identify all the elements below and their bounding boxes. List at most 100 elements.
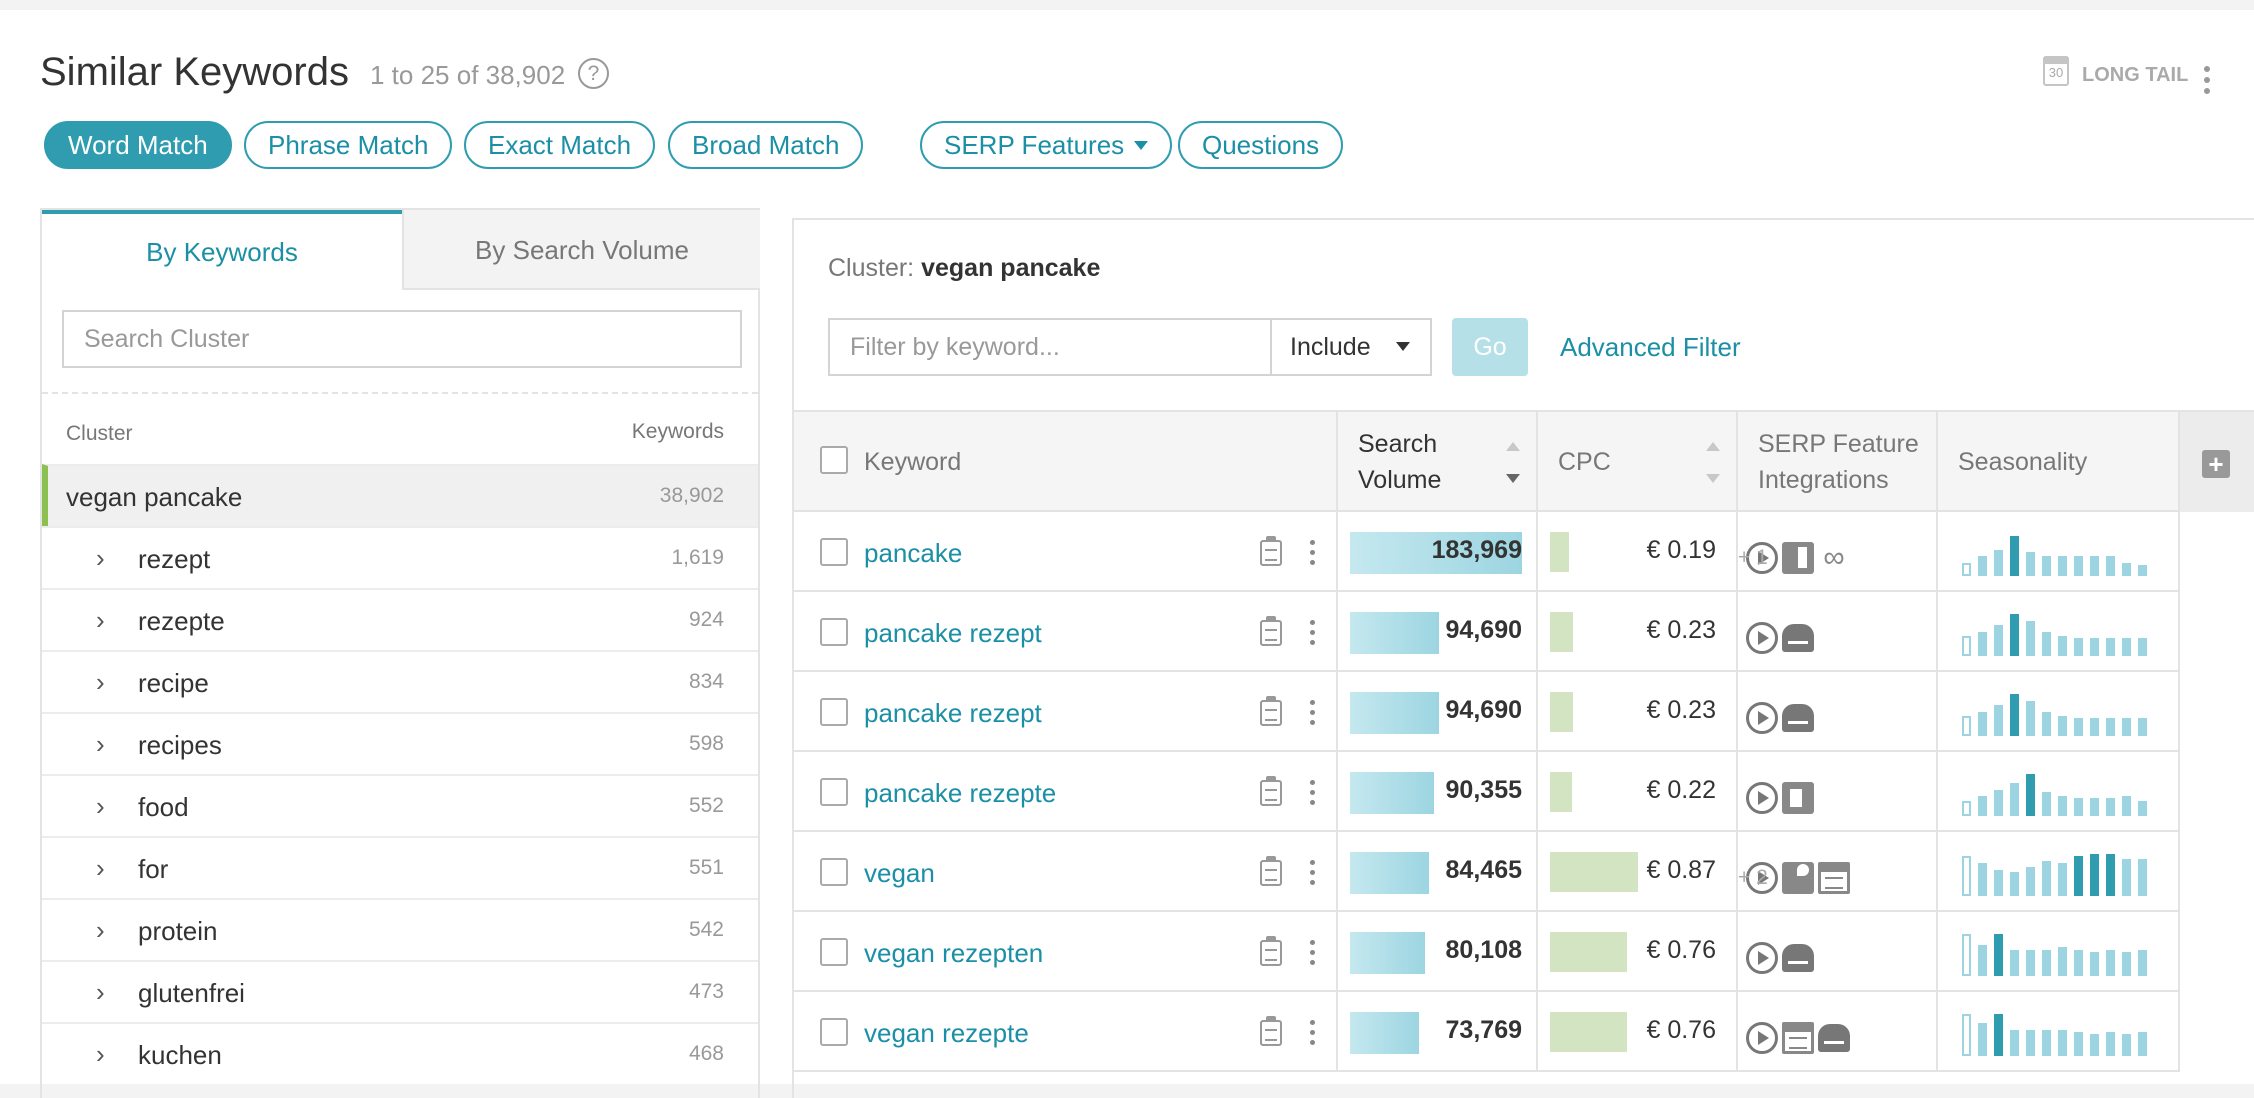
keyword-filter-input[interactable]: Filter by keyword... [828,318,1270,376]
play-icon[interactable] [1746,1022,1778,1054]
table-row[interactable]: vegan 84,465 € 0.87 + 2 [794,832,2180,912]
tab-by-keywords[interactable]: By Keywords [42,210,402,290]
advanced-filter-link[interactable]: Advanced Filter [1560,332,1741,363]
keyword-column-header[interactable]: Keyword [794,412,1338,512]
cluster-row[interactable]: › food 552 [42,774,758,836]
serp-features-dropdown[interactable]: SERP Features [920,121,1173,169]
chevron-right-icon[interactable]: › [96,977,105,1008]
chevron-right-icon[interactable]: › [96,605,105,636]
play-icon[interactable] [1746,702,1778,734]
chevron-right-icon[interactable]: › [96,543,105,574]
clipboard-icon[interactable] [1260,936,1282,966]
news-icon[interactable] [1818,862,1850,894]
longtail-toggle[interactable]: LONG TAIL [2082,64,2188,87]
table-row[interactable]: pancake rezept 94,690 € 0.23 [794,672,2180,752]
play-icon[interactable] [1746,782,1778,814]
cluster-row[interactable]: vegan pancake 38,902 [42,464,758,526]
table-row[interactable]: vegan rezepte 73,769 € 0.76 [794,992,2180,1072]
chevron-right-icon[interactable]: › [96,667,105,698]
play-icon[interactable] [1746,942,1778,974]
table-row[interactable]: pancake 183,969 € 0.19 ∞ + 1 [794,512,2180,592]
clipboard-icon[interactable] [1260,776,1282,806]
row-checkbox[interactable] [820,1018,848,1046]
chevron-right-icon[interactable]: › [96,915,105,946]
cluster-row[interactable]: › protein 542 [42,898,758,960]
table-row[interactable]: pancake rezepte 90,355 € 0.22 [794,752,2180,832]
cluster-row[interactable]: › kuchen 468 [42,1022,758,1084]
sort-asc-icon[interactable] [1706,442,1720,451]
clipboard-icon[interactable] [1260,1016,1282,1046]
row-menu-icon[interactable] [1310,620,1315,650]
cluster-row[interactable]: › recipe 834 [42,650,758,712]
sort-asc-icon[interactable] [1506,442,1520,451]
panel-icon[interactable] [1782,542,1814,574]
row-checkbox[interactable] [820,698,848,726]
row-checkbox[interactable] [820,858,848,886]
sort-desc-icon[interactable] [1506,474,1520,483]
more-features-count[interactable]: + 2 [1738,866,1768,890]
serp-header-line1: SERP Feature [1758,430,1919,458]
row-menu-icon[interactable] [1310,780,1315,810]
select-all-checkbox[interactable] [820,446,848,474]
chevron-right-icon[interactable]: › [96,1039,105,1070]
more-features-count[interactable]: + 1 [1738,546,1768,570]
include-select[interactable]: Include [1270,318,1432,376]
keyword-link[interactable]: pancake rezept [864,618,1042,649]
tab-broad-match[interactable]: Broad Match [668,121,864,169]
cluster-row[interactable]: › for 551 [42,836,758,898]
chevron-right-icon[interactable]: › [96,853,105,884]
tab-phrase-match[interactable]: Phrase Match [244,121,453,169]
cluster-heading-name: vegan pancake [921,254,1101,282]
row-checkbox[interactable] [820,618,848,646]
row-menu-icon[interactable] [1310,940,1315,970]
keyword-link[interactable]: vegan [864,858,935,889]
clipboard-icon[interactable] [1260,536,1282,566]
cpc-column-header[interactable]: CPC [1538,412,1738,512]
cluster-row[interactable]: › glutenfrei 473 [42,960,758,1022]
keyword-link[interactable]: vegan rezepten [864,938,1043,969]
link-icon[interactable]: ∞ [1818,542,1850,574]
cluster-row[interactable]: › recipes 598 [42,712,758,774]
help-icon[interactable]: ? [578,58,609,89]
row-menu-icon[interactable] [1310,540,1315,570]
row-menu-icon[interactable] [1310,860,1315,890]
chef-icon[interactable] [1782,944,1814,972]
tab-exact-match[interactable]: Exact Match [464,121,656,169]
go-button[interactable]: Go [1452,318,1528,376]
chef-icon[interactable] [1818,1024,1850,1052]
row-menu-icon[interactable] [1310,1020,1315,1050]
map-icon[interactable] [1782,862,1814,894]
tab-word-match[interactable]: Word Match [44,121,232,169]
table-row[interactable]: pancake rezept 94,690 € 0.23 [794,592,2180,672]
keyword-link[interactable]: pancake rezepte [864,778,1056,809]
clipboard-icon[interactable] [1260,696,1282,726]
keyword-link[interactable]: pancake rezept [864,698,1042,729]
more-options-icon[interactable] [2204,66,2210,99]
clipboard-icon[interactable] [1260,616,1282,646]
news-icon[interactable] [1782,1022,1814,1054]
chef-icon[interactable] [1782,704,1814,732]
cluster-row[interactable]: › rezepte 924 [42,588,758,650]
chevron-right-icon[interactable]: › [96,729,105,760]
tab-questions[interactable]: Questions [1178,121,1344,169]
table-row[interactable]: vegan rezepten 80,108 € 0.76 [794,912,2180,992]
keyword-link[interactable]: pancake [864,538,962,569]
row-menu-icon[interactable] [1310,700,1315,730]
video-icon[interactable] [1782,782,1814,814]
row-checkbox[interactable] [820,778,848,806]
calendar-icon[interactable]: 30 [2043,56,2069,86]
chef-icon[interactable] [1782,624,1814,652]
seasonality-bar [2026,621,2035,656]
search-volume-column-header[interactable]: Search Volume [1338,412,1538,512]
chevron-right-icon[interactable]: › [96,791,105,822]
keyword-link[interactable]: vegan rezepte [864,1018,1029,1049]
add-column-icon[interactable]: + [2202,450,2230,478]
sort-desc-icon[interactable] [1706,474,1720,483]
play-icon[interactable] [1746,622,1778,654]
cluster-row[interactable]: › rezept 1,619 [42,526,758,588]
row-checkbox[interactable] [820,938,848,966]
clipboard-icon[interactable] [1260,856,1282,886]
tab-by-search-volume[interactable]: By Search Volume [402,210,760,290]
row-checkbox[interactable] [820,538,848,566]
search-cluster-input[interactable]: Search Cluster [62,310,742,368]
